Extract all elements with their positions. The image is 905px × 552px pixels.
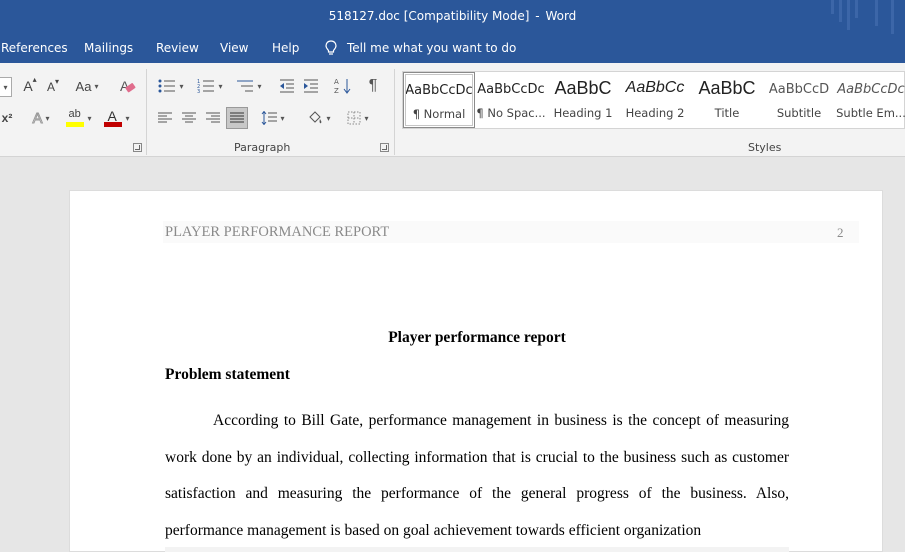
- app-name: Word: [545, 9, 577, 23]
- decrease-indent-button[interactable]: [277, 75, 297, 97]
- grow-font-button[interactable]: A ▴: [18, 75, 42, 97]
- font-size-dropdown[interactable]: ▾: [0, 77, 12, 97]
- increase-indent-icon: [304, 79, 318, 93]
- title-separator: -: [535, 9, 540, 23]
- ribbon-tab-bar: References Mailings Review View Help Tel…: [0, 34, 905, 63]
- font-color-swatch: [104, 122, 123, 127]
- document-title: Player performance report: [388, 329, 566, 346]
- paint-bucket-icon: [309, 111, 322, 124]
- style-heading-2[interactable]: AaBbCc Heading 2: [619, 72, 691, 128]
- tab-mailings[interactable]: Mailings: [84, 41, 133, 55]
- style-normal[interactable]: AaBbCcDc ¶ Normal: [403, 72, 475, 128]
- show-hide-button[interactable]: ¶: [362, 75, 384, 97]
- page-number: 2: [837, 225, 844, 240]
- style-heading-1[interactable]: AaBbC Heading 1: [547, 72, 619, 128]
- title-bar-pattern: [825, 0, 905, 34]
- tell-me-box[interactable]: Tell me what you want to do: [325, 40, 516, 56]
- change-case-button[interactable]: Aa ▾: [70, 75, 104, 97]
- title-bar: 518127.doc [Compatibility Mode] - Word: [0, 0, 905, 34]
- body-paragraph: According to Bill Gate, performance mana…: [165, 412, 789, 540]
- document-page[interactable]: PLAYER PERFORMANCE REPORT 2 Player perfo…: [69, 190, 883, 552]
- bullets-icon: [158, 79, 176, 93]
- justify-button[interactable]: [226, 107, 248, 129]
- group-separator: [146, 69, 147, 155]
- running-header: PLAYER PERFORMANCE REPORT: [165, 224, 390, 240]
- align-left-icon: [158, 112, 172, 123]
- increase-indent-button[interactable]: [301, 75, 321, 97]
- styles-gallery: AaBbCcDc ¶ Normal AaBbCcDc ¶ No Spac... …: [402, 71, 905, 129]
- shrink-font-button[interactable]: A ▾: [43, 77, 63, 97]
- numbering-button[interactable]: 1 2 3 ▾: [193, 75, 227, 97]
- tell-me-text: Tell me what you want to do: [347, 41, 517, 55]
- page-cutoff-shade: [165, 547, 789, 552]
- align-center-button[interactable]: [178, 107, 200, 129]
- tab-help[interactable]: Help: [272, 41, 299, 55]
- style-subtle-emphasis[interactable]: AaBbCcDc Subtle Em...: [835, 72, 905, 128]
- align-right-icon: [206, 112, 220, 123]
- group-separator: [394, 69, 395, 155]
- text-effects-button[interactable]: A ▾: [26, 107, 56, 129]
- section-heading: Problem statement: [165, 366, 290, 383]
- numbering-icon: 1 2 3: [197, 79, 215, 94]
- font-dialog-launcher[interactable]: [133, 143, 142, 152]
- svg-text:A: A: [334, 78, 339, 86]
- font-color-button[interactable]: A ▾: [100, 107, 134, 129]
- sort-button[interactable]: A Z: [332, 75, 354, 97]
- svg-text:Z: Z: [334, 87, 339, 95]
- styles-group-label: Styles: [748, 141, 782, 154]
- tab-review[interactable]: Review: [156, 41, 199, 55]
- align-left-button[interactable]: [154, 107, 176, 129]
- multilevel-list-icon: [237, 80, 254, 92]
- tab-view[interactable]: View: [220, 41, 248, 55]
- align-right-button[interactable]: [202, 107, 224, 129]
- style-title[interactable]: AaBbC Title: [691, 72, 763, 128]
- style-no-spacing[interactable]: AaBbCcDc ¶ No Spac...: [475, 72, 547, 128]
- shading-button[interactable]: ▾: [302, 107, 336, 129]
- lightbulb-icon: [325, 40, 337, 55]
- svg-text:3: 3: [197, 89, 200, 94]
- window-title: 518127.doc [Compatibility Mode] - Word: [0, 9, 905, 23]
- sort-icon: A Z: [334, 78, 351, 95]
- superscript-button[interactable]: x²: [0, 107, 14, 129]
- paragraph-group-label: Paragraph: [234, 141, 291, 154]
- decrease-indent-icon: [280, 79, 294, 93]
- align-center-icon: [182, 112, 196, 123]
- line-spacing-button[interactable]: ▾: [256, 107, 290, 129]
- document-name: 518127.doc [Compatibility Mode]: [328, 9, 530, 23]
- line-spacing-icon: [262, 111, 278, 125]
- ribbon: ▾ A▴ A▾ Aa▾ A x² A▾ ab ▾ A ▾ ▾ 1 2 3: [0, 63, 905, 157]
- borders-icon: [347, 111, 361, 125]
- justify-icon: [230, 112, 244, 123]
- paragraph-dialog-launcher[interactable]: [380, 143, 389, 152]
- multilevel-list-button[interactable]: ▾: [232, 75, 266, 97]
- highlight-color-swatch: [66, 122, 85, 127]
- borders-button[interactable]: ▾: [340, 107, 376, 129]
- clear-formatting-button[interactable]: A: [116, 75, 138, 97]
- style-subtitle[interactable]: AaBbCcD Subtitle: [763, 72, 835, 128]
- text-highlight-button[interactable]: ab ▾: [62, 107, 96, 129]
- tab-references[interactable]: References: [1, 41, 68, 55]
- clear-formatting-icon: A: [120, 78, 136, 94]
- bullets-button[interactable]: ▾: [154, 75, 188, 97]
